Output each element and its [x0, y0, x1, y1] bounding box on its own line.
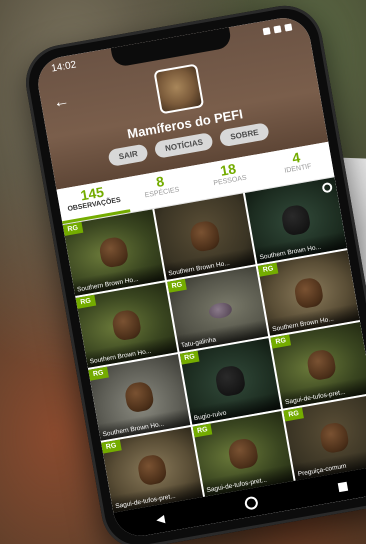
research-grade-badge: RG	[258, 262, 279, 277]
leave-button[interactable]: SAIR	[107, 143, 149, 167]
observation-photo	[214, 364, 247, 398]
observation-photo	[292, 276, 325, 310]
research-grade-badge: RG	[88, 366, 109, 381]
observation-tile[interactable]: RG Tatu-galinha	[166, 265, 269, 352]
observation-tile[interactable]: Southern Brown Ho...	[245, 177, 347, 264]
about-button[interactable]: SOBRE	[219, 122, 270, 148]
observation-grid: RG Southern Brown Ho... Southern Brown H…	[62, 177, 366, 513]
observation-tile[interactable]: RG Bugio-ruivo	[179, 338, 282, 425]
arrow-left-icon[interactable]: ←	[52, 92, 71, 113]
observation-tile[interactable]: RG Southern Brown Ho...	[88, 354, 190, 441]
observation-photo	[227, 437, 259, 470]
status-icons	[262, 22, 293, 35]
observation-tile[interactable]: RG Sagui-de-tufos-pret...	[270, 321, 366, 409]
project-avatar	[153, 63, 205, 115]
research-grade-badge: RG	[270, 334, 291, 349]
wifi-icon	[262, 26, 271, 35]
observation-photo	[280, 203, 312, 237]
observation-photo	[318, 420, 351, 454]
observation-tile[interactable]: RG Preguiça-comum	[283, 394, 366, 481]
observation-photo	[110, 308, 143, 342]
phone-device: ← Mamíferos do PEFI SAIR NOTÍCIAS SOBRE …	[19, 0, 366, 544]
status-time: 14:02	[50, 58, 77, 75]
observation-tile[interactable]: Southern Brown Ho...	[153, 193, 256, 280]
signal-icon	[273, 24, 282, 33]
observation-tile[interactable]: RG Southern Brown Ho...	[258, 249, 360, 336]
observation-tile[interactable]: RG Southern Brown Ho...	[75, 281, 178, 368]
observation-photo	[188, 219, 221, 253]
observation-photo	[97, 236, 130, 269]
research-grade-badge: RG	[166, 278, 187, 293]
research-grade-badge: RG	[101, 439, 122, 454]
research-grade-badge: RG	[283, 406, 304, 421]
observation-photo	[123, 380, 155, 414]
recents-square-icon[interactable]	[337, 481, 349, 492]
observation-photo	[305, 348, 338, 382]
sound-icon	[321, 181, 334, 194]
research-grade-badge: RG	[75, 294, 96, 309]
news-button[interactable]: NOTÍCIAS	[153, 131, 215, 159]
phone-screen: ← Mamíferos do PEFI SAIR NOTÍCIAS SOBRE …	[33, 13, 366, 541]
research-grade-badge: RG	[192, 422, 213, 438]
battery-icon	[284, 22, 293, 32]
observation-photo	[207, 300, 234, 321]
observation-photo	[135, 453, 168, 487]
observation-tile[interactable]: RG Southern Brown Ho...	[62, 209, 165, 296]
research-grade-badge: RG	[62, 221, 83, 236]
research-grade-badge: RG	[179, 350, 200, 365]
back-triangle-icon[interactable]: ◀	[155, 512, 165, 525]
home-circle-icon[interactable]	[243, 495, 260, 511]
